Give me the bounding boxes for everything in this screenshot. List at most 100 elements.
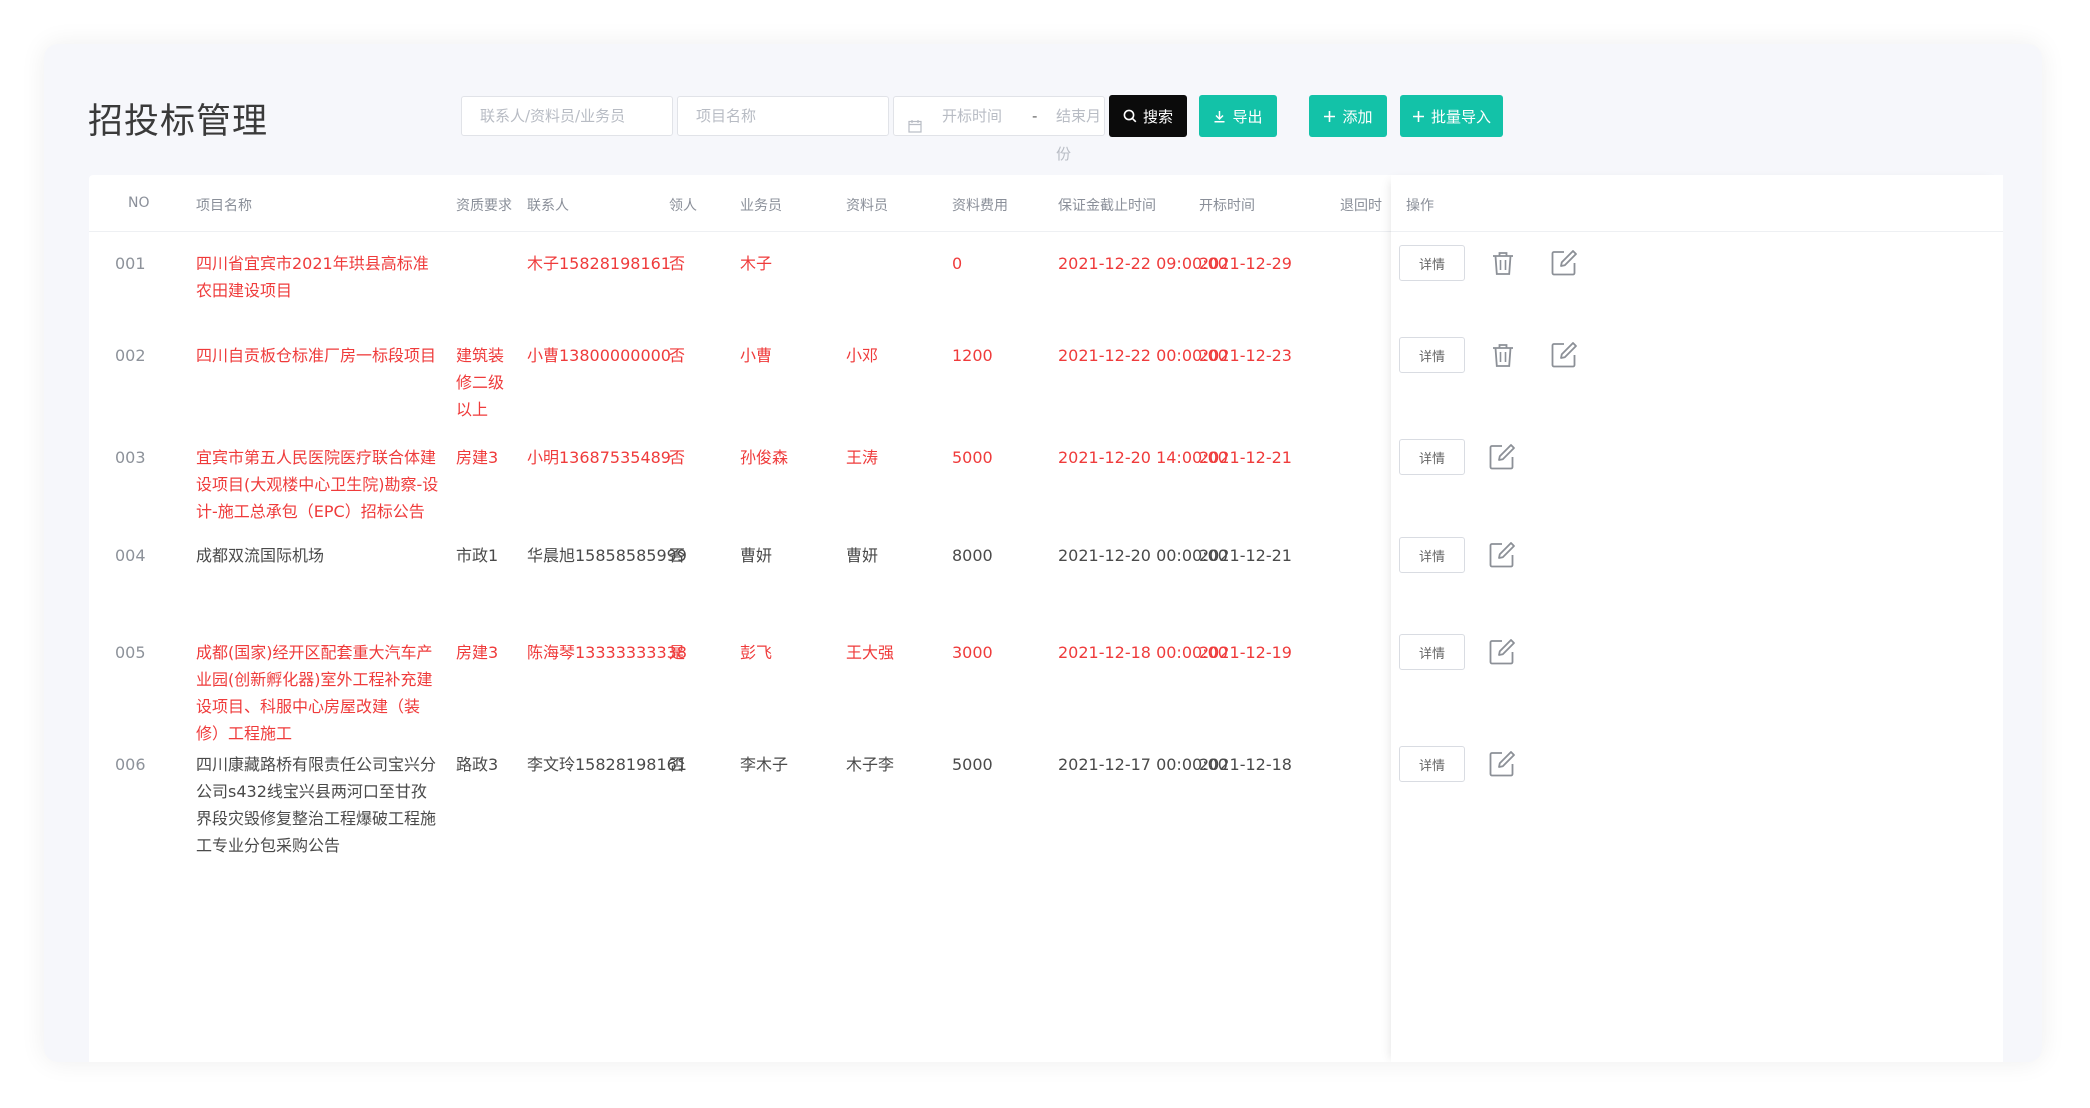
actions-column: 操作 详情 详情 详情 详情 详情 详情 [1391,175,2003,1062]
cell-open-time: 2021-12-21 [1199,545,1292,565]
cell-received: 否 [669,447,686,467]
detail-button[interactable]: 详情 [1399,537,1465,573]
project-name-input[interactable] [677,96,889,136]
detail-button[interactable]: 详情 [1399,439,1465,475]
cell-fee: 3000 [952,642,993,662]
cell-contact: 李文玲15828198161 [527,754,687,774]
cell-fee: 0 [952,253,963,273]
contact-search-input[interactable] [461,96,673,136]
header-deposit-deadline: 保证金截止时间 [1058,198,1156,214]
cell-fee: 8000 [952,545,993,565]
cell-deposit-deadline: 2021-12-20 00:00:00 [1058,545,1228,565]
edit-icon[interactable] [1549,248,1579,278]
detail-button[interactable]: 详情 [1399,337,1465,373]
cell-open-time: 2021-12-23 [1199,345,1292,365]
cell-clerk: 小邓 [846,345,879,365]
cell-received: 否 [669,253,686,273]
cell-contact: 小明13687535489 [527,447,671,467]
cell-clerk: 王大强 [846,642,895,662]
cell-deposit-deadline: 2021-12-22 00:00:00 [1058,345,1228,365]
cell-fee: 5000 [952,447,993,467]
cell-salesman: 曹妍 [740,545,773,565]
cell-no: 004 [115,545,146,565]
plus-icon [1323,110,1336,123]
cell-open-time: 2021-12-29 [1199,253,1292,273]
cell-salesman: 木子 [740,253,773,273]
cell-open-time: 2021-12-21 [1199,447,1292,467]
cell-qualification: 市政1 [456,545,499,565]
cell-salesman: 李木子 [740,754,789,774]
page-title: 招投标管理 [88,102,269,142]
cell-clerk: 木子李 [846,754,895,774]
header-actions: 操作 [1406,198,1434,214]
cell-no: 002 [115,345,146,365]
cell-salesman: 彭飞 [740,642,773,662]
contact-search-field[interactable] [480,107,672,125]
search-button[interactable]: 搜索 [1109,95,1187,137]
bidding-table: NO 项目名称 资质要求 联系人 领人 业务员 资料员 资料费用 保证金截止时间… [89,175,2003,1062]
add-button[interactable]: 添加 [1309,95,1387,137]
export-button-label: 导出 [1232,107,1263,126]
cell-clerk: 曹妍 [846,545,879,565]
batch-import-button[interactable]: 批量导入 [1400,95,1503,137]
cell-qualification: 房建3 [456,447,499,467]
main-card: 招投标管理 开标时间 - 结束月份 搜索 导出 添加 批量导入 [44,44,2042,1062]
header-clerk: 资料员 [846,198,888,214]
calendar-icon [908,109,922,133]
cell-no: 005 [115,642,146,662]
download-icon [1213,110,1226,123]
cell-contact: 华晨旭15858585999 [527,545,687,565]
add-button-label: 添加 [1342,107,1373,126]
cell-no: 001 [115,253,146,273]
project-name-field[interactable] [696,107,888,125]
cell-no: 006 [115,754,146,774]
header-project: 项目名称 [196,198,252,214]
cell-received: 否 [669,545,686,565]
header-no: NO [128,195,150,211]
detail-button[interactable]: 详情 [1399,245,1465,281]
cell-project: 宜宾市第五人民医院医疗联合体建设项目(大观楼中心卫生院)勘察-设计-施工总承包（… [196,447,439,521]
cell-received: 否 [669,754,686,774]
date-end-placeholder[interactable]: 结束月份 [1056,97,1104,173]
date-separator: - [1032,107,1038,125]
detail-button[interactable]: 详情 [1399,746,1465,782]
detail-button[interactable]: 详情 [1399,634,1465,670]
cell-project: 四川省宜宾市2021年珙县高标准农田建设项目 [196,253,429,300]
edit-icon[interactable] [1487,637,1517,667]
header-salesman: 业务员 [740,198,782,214]
actions-header-cell: 操作 [1391,175,2003,232]
cell-qualification: 路政3 [456,754,499,774]
cell-contact: 小曹13800000000 [527,345,671,365]
edit-icon[interactable] [1549,340,1579,370]
cell-project: 成都(国家)经开区配套重大汽车产业园(创新孵化器)室外工程补充建设项目、科服中心… [196,642,433,743]
export-button[interactable]: 导出 [1199,95,1277,137]
cell-project: 四川康藏路桥有限责任公司宝兴分公司s432线宝兴县两河口至甘孜界段灾毁修复整治工… [196,754,437,855]
cell-deposit-deadline: 2021-12-17 00:00:00 [1058,754,1228,774]
cell-clerk: 王涛 [846,447,879,467]
cell-qualification: 建筑装修二级以上 [456,345,505,419]
cell-no: 003 [115,447,146,467]
cell-fee: 5000 [952,754,993,774]
search-icon [1123,109,1137,123]
delete-icon[interactable] [1488,340,1518,370]
delete-icon[interactable] [1488,248,1518,278]
edit-icon[interactable] [1487,442,1517,472]
cell-received: 否 [669,345,686,365]
plus-icon [1412,110,1425,123]
header-qualification: 资质要求 [456,198,512,214]
date-start-placeholder[interactable]: 开标时间 [942,97,1002,135]
cell-received: 是 [669,642,686,662]
cell-salesman: 孙俊森 [740,447,789,467]
date-range-picker[interactable]: 开标时间 - 结束月份 [893,96,1105,163]
cell-qualification: 房建3 [456,642,499,662]
edit-icon[interactable] [1487,749,1517,779]
edit-icon[interactable] [1487,540,1517,570]
cell-open-time: 2021-12-18 [1199,754,1292,774]
header-open-time: 开标时间 [1199,198,1255,214]
cell-deposit-deadline: 2021-12-20 14:00:00 [1058,447,1228,467]
header-fee: 资料费用 [952,198,1008,214]
cell-contact: 木子15828198161 [527,253,671,273]
cell-open-time: 2021-12-19 [1199,642,1292,662]
cell-fee: 1200 [952,345,993,365]
header-received: 领人 [669,198,697,214]
